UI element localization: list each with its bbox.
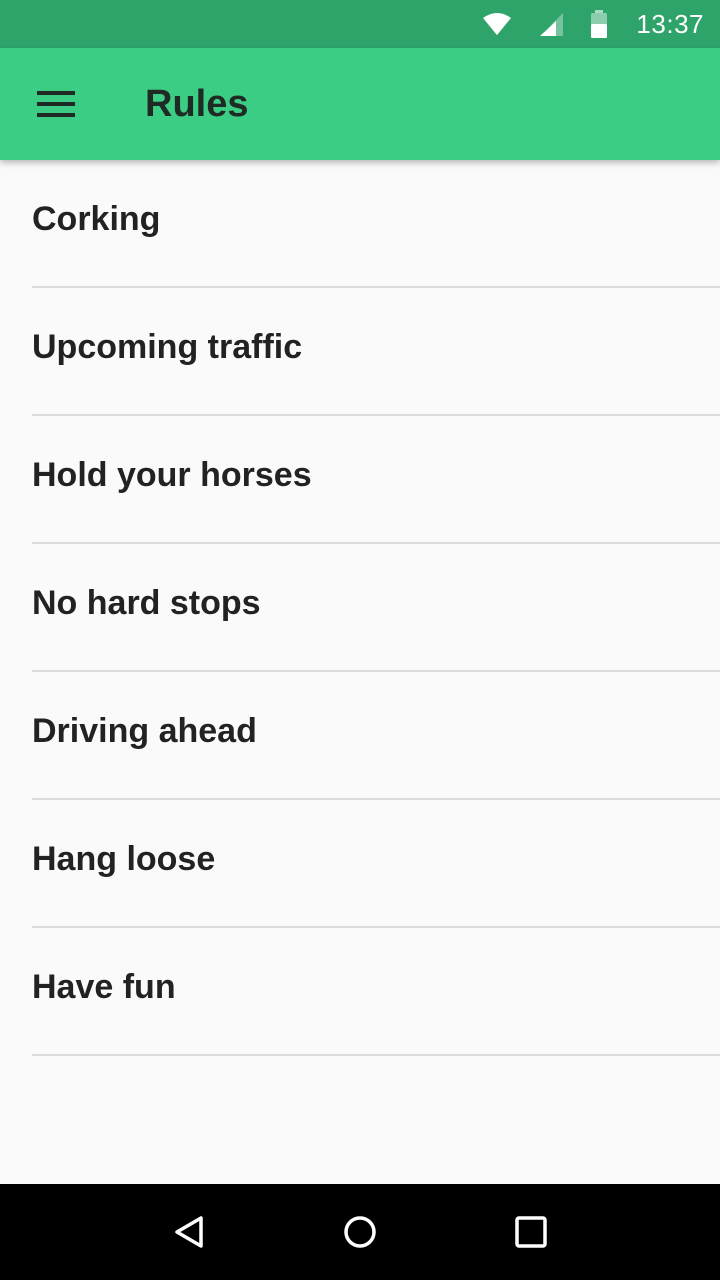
battery-icon xyxy=(590,10,608,38)
rule-label: Upcoming traffic xyxy=(32,327,303,366)
list-item[interactable]: Hang loose xyxy=(32,800,720,928)
list-item[interactable]: Hold your horses xyxy=(32,416,720,544)
status-time: 13:37 xyxy=(636,8,704,39)
navigation-bar xyxy=(0,1184,720,1280)
page-title: Rules xyxy=(145,82,249,125)
list-item[interactable]: No hard stops xyxy=(32,544,720,672)
rule-label: Have fun xyxy=(32,967,176,1006)
list-item[interactable]: Corking xyxy=(32,160,720,288)
status-icons: 13:37 xyxy=(482,9,704,40)
rule-label: Hang loose xyxy=(32,839,216,878)
back-button[interactable] xyxy=(141,1184,237,1280)
rules-list: Corking Upcoming traffic Hold your horse… xyxy=(0,160,720,1056)
list-item[interactable]: Upcoming traffic xyxy=(32,288,720,416)
list-item[interactable]: Have fun xyxy=(32,928,720,1056)
menu-button[interactable] xyxy=(0,48,112,160)
back-icon xyxy=(175,1216,204,1248)
cell-signal-icon xyxy=(538,11,564,37)
home-button[interactable] xyxy=(312,1184,408,1280)
rule-label: Driving ahead xyxy=(32,711,257,750)
recents-button[interactable] xyxy=(483,1184,579,1280)
home-icon xyxy=(344,1216,376,1248)
rule-label: Hold your horses xyxy=(32,455,312,494)
rule-label: Corking xyxy=(32,199,161,238)
rule-label: No hard stops xyxy=(32,583,261,622)
list-item[interactable]: Driving ahead xyxy=(32,672,720,800)
app-bar: Rules xyxy=(0,48,720,160)
wifi-icon xyxy=(482,12,512,36)
recents-icon xyxy=(514,1216,547,1248)
hamburger-menu-icon xyxy=(37,91,75,117)
status-bar: 13:37 xyxy=(0,0,720,48)
